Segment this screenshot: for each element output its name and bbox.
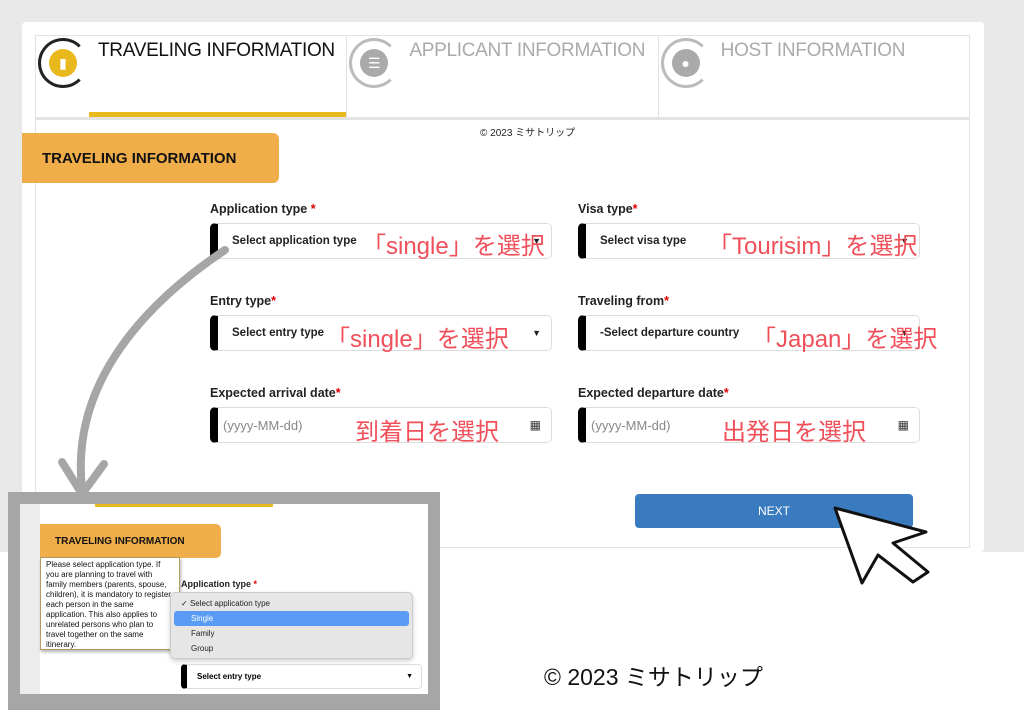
cursor-pointer-icon: [833, 506, 930, 585]
annotation-overlay: [58, 246, 930, 585]
copyright-large: © 2023 ミサトリップ: [544, 664, 763, 690]
curved-arrow: [76, 246, 229, 492]
